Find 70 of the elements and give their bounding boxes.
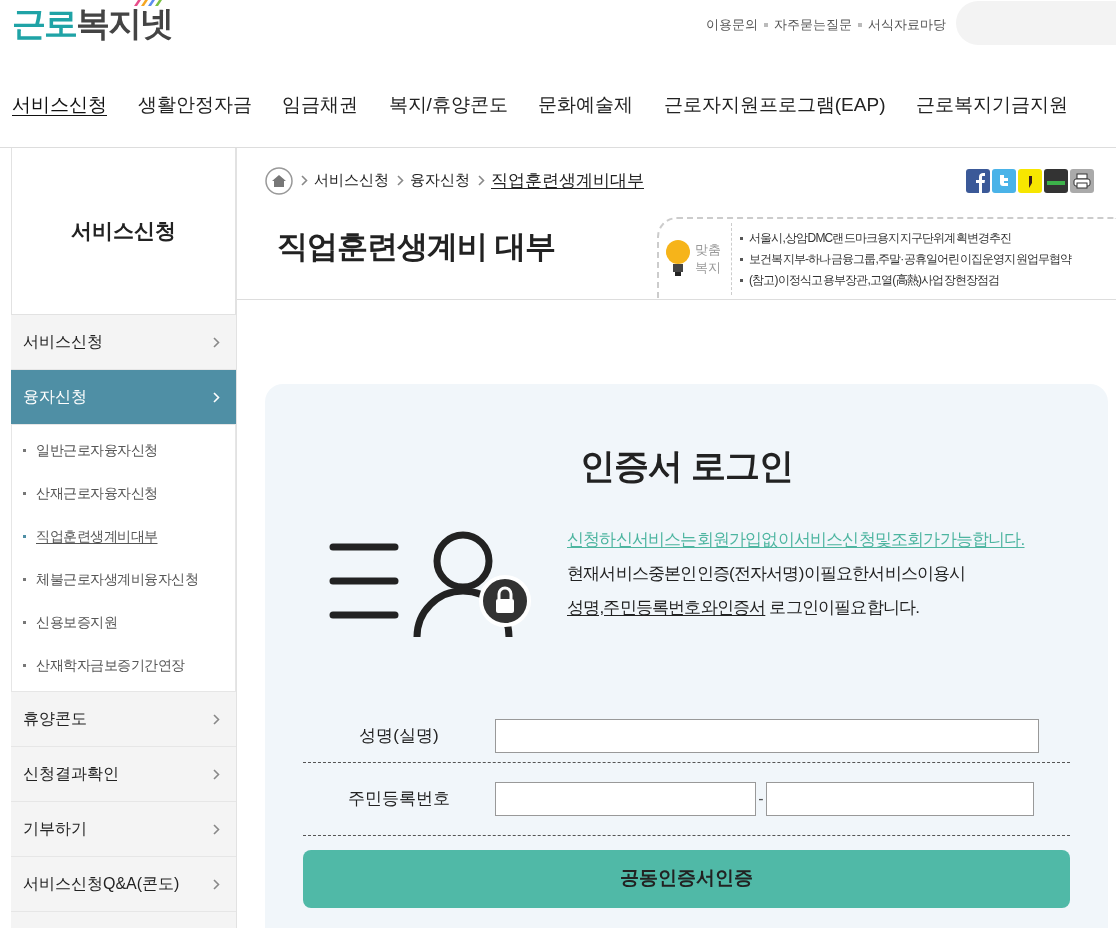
print-icon[interactable] (1070, 168, 1094, 193)
login-title: 인증서 로그인 (579, 445, 794, 487)
bullet-icon (23, 621, 26, 624)
breadcrumb-link[interactable]: 서비스신청 (314, 169, 389, 192)
nav-tab[interactable]: 서비스신청 (12, 91, 107, 120)
chevron-icon (213, 336, 220, 348)
submenu-item[interactable]: 산재근로자융자신청 (36, 483, 158, 504)
top-link[interactable]: 이용문의 (706, 14, 758, 35)
chevron-icon (213, 391, 220, 403)
nav-tab[interactable]: 임금채권 (282, 91, 358, 120)
chevron-icon (213, 878, 220, 890)
nav-tab[interactable]: 문화예술제 (538, 91, 634, 120)
chevron-icon (478, 175, 485, 186)
bullet-icon (858, 22, 862, 27)
bullet-icon (23, 578, 26, 581)
field-label: 성명(실명) (358, 725, 440, 748)
top-link[interactable]: 자주묻는질문 (774, 14, 852, 35)
breadcrumb-link[interactable]: 융자신청 (410, 169, 470, 192)
sidebar-title: 서비스신청 (71, 218, 176, 245)
notice-label: 맞춤 (695, 241, 721, 259)
site-logo[interactable]: 근로복지넷 (12, 0, 172, 40)
bullet-icon (740, 257, 743, 261)
bullet-icon (740, 278, 743, 282)
id-back-field[interactable] (766, 781, 1034, 816)
sidebar-item[interactable]: 기부하기 (11, 802, 236, 857)
notice-link[interactable]: 서울시,상암DMC랜드마크용지지구단위계획변경추진 (749, 229, 1012, 247)
nav-tab[interactable]: 근로자지원프로그램(EAP) (663, 91, 886, 120)
facebook-icon[interactable] (966, 168, 990, 193)
chevron-icon (301, 175, 308, 186)
band-icon[interactable] (1044, 168, 1068, 193)
submenu-item[interactable]: 신용보증지원 (36, 612, 117, 633)
info-text: 현재서비스중본인인증(전자서명)이필요한서비스이용시 (567, 562, 967, 585)
chevron-icon (213, 823, 220, 835)
submenu-item[interactable]: 체불근로자생계비융자신청 (36, 569, 198, 590)
bullet-icon (764, 22, 768, 27)
field-label: 주민등록번호 (347, 787, 451, 810)
id-front-field[interactable] (495, 781, 756, 816)
top-link[interactable]: 서식자료마당 (868, 14, 946, 35)
notice-link[interactable]: 보건복지부-하나금융그룹,주말·공휴일어린이집운영지원업무협약 (749, 250, 1072, 268)
name-field[interactable] (495, 719, 1039, 753)
certificate-button[interactable]: 공동인증서인증 (303, 849, 1070, 908)
submenu-item[interactable]: 일반근로자융자신청 (36, 440, 158, 461)
underlined-text: 성명,주민등록번호와인증서 (567, 596, 766, 619)
notice-label: 복지 (695, 259, 721, 277)
sidebar-item[interactable]: 휴양콘도 (11, 692, 236, 747)
submenu-item[interactable]: 직업훈련생계비대부 (36, 526, 158, 547)
separator-text: - (757, 788, 765, 809)
nav-tab[interactable]: 생활안정자금 (137, 91, 252, 120)
bullet-icon (23, 492, 26, 495)
submenu-item[interactable]: 산재학자금보증기간연장 (36, 655, 185, 676)
nav-tab[interactable]: 근로복지기금지원 (915, 91, 1068, 120)
breadcrumb-link[interactable]: 직업훈련생계비대부 (491, 167, 644, 194)
bullet-icon (23, 449, 26, 452)
home-icon[interactable] (265, 166, 293, 195)
nav-tab[interactable]: 복지/휴양콘도 (388, 91, 508, 120)
logo-stripes-icon (132, 0, 162, 6)
page-title: 직업훈련생계비 대부 (277, 228, 555, 267)
chevron-icon (397, 175, 404, 186)
notice-link[interactable]: (참고)이정식고용부장관,고열(高熱)사업장현장점검 (749, 271, 1000, 289)
bullet-icon (23, 535, 26, 538)
bullet-icon (740, 236, 743, 240)
sidebar-item[interactable]: 서비스신청Q&A(콘도) (11, 857, 236, 912)
sidebar-item[interactable]: 융자신청 (11, 370, 236, 425)
chevron-icon (213, 768, 220, 780)
info-text: 로그인이필요합니다. (769, 596, 920, 619)
sidebar-item[interactable]: 서비스신청 (11, 315, 236, 370)
sidebar-item[interactable]: 신청결과확인 (11, 747, 236, 802)
chevron-icon (213, 713, 220, 725)
bullet-icon (23, 664, 26, 667)
comma-icon[interactable] (1018, 168, 1042, 193)
